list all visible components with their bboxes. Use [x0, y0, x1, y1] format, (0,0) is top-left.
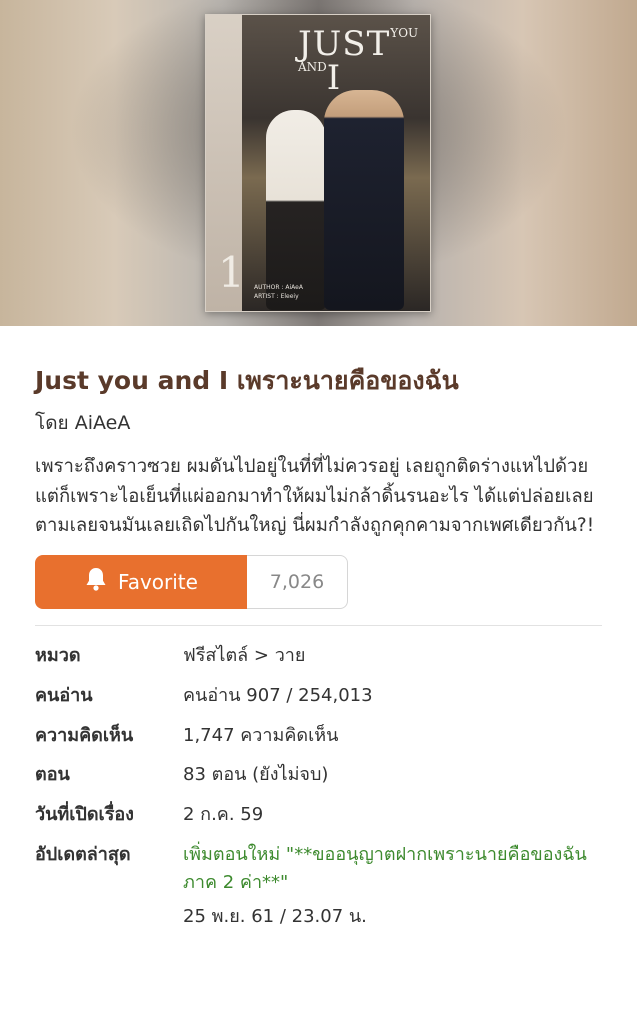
- info-value-opened: 2 ก.ค. 59: [183, 804, 264, 826]
- favorite-row: Favorite 7,026: [35, 554, 602, 609]
- cover-figure-left: [266, 110, 326, 310]
- info-value-comments[interactable]: 1,747 ความคิดเห็น: [183, 722, 338, 750]
- cover-banner: JUSTYOU ANDI 1 AUTHOR : AiAeA ARTIST : E…: [0, 0, 637, 326]
- update-timestamp: 25 พ.ย. 61 / 23.07 น.: [183, 906, 367, 928]
- info-row-comments: ความคิดเห็น 1,747 ความคิดเห็น: [35, 716, 602, 756]
- cover-title: JUSTYOU ANDI: [298, 24, 419, 98]
- cover-credits: AUTHOR : AiAeA ARTIST : Eleeiy: [254, 284, 303, 300]
- info-value-category[interactable]: ฟรีสไตล์ > วาย: [183, 642, 305, 670]
- latest-update-link[interactable]: เพิ่มตอนใหม่ "**ขออนุญาตฝากเพราะนายคือขอ…: [183, 841, 602, 897]
- info-row-opened: วันที่เปิดเรื่อง 2 ก.ค. 59: [35, 795, 602, 835]
- book-cover-image[interactable]: JUSTYOU ANDI 1 AUTHOR : AiAeA ARTIST : E…: [205, 14, 431, 312]
- info-label: อัปเดตล่าสุด: [35, 844, 131, 866]
- info-value-episodes: 83 ตอน (ยังไม่จบ): [183, 764, 329, 786]
- favorite-label: Favorite: [118, 569, 198, 594]
- info-label: วันที่เปิดเรื่อง: [35, 804, 134, 826]
- info-row-episodes: ตอน 83 ตอน (ยังไม่จบ): [35, 755, 602, 795]
- divider: [35, 624, 602, 626]
- info-table: หมวด ฟรีสไตล์ > วาย คนอ่าน คนอ่าน 907 / …: [35, 636, 602, 930]
- info-label: ตอน: [35, 764, 70, 786]
- bell-icon: [84, 566, 108, 597]
- novel-detail: Just you and I เพราะนายคือของฉัน โดย AiA…: [0, 366, 637, 930]
- cover-volume-number: 1: [218, 248, 245, 297]
- info-value-readers: คนอ่าน 907 / 254,013: [183, 684, 373, 706]
- info-row-category: หมวด ฟรีสไตล์ > วาย: [35, 636, 602, 676]
- favorite-button[interactable]: Favorite: [35, 554, 247, 609]
- cover-figure-right: [324, 90, 404, 310]
- novel-synopsis: เพราะถึงคราวซวย ผมดันไปอยู่ในที่ที่ไม่คว…: [35, 456, 595, 537]
- novel-author[interactable]: โดย AiAeA: [35, 408, 602, 438]
- info-label: ความคิดเห็น: [35, 724, 134, 746]
- info-row-readers: คนอ่าน คนอ่าน 907 / 254,013: [35, 676, 602, 716]
- info-label: หมวด: [35, 644, 81, 666]
- info-label: คนอ่าน: [35, 684, 93, 706]
- novel-title: Just you and I เพราะนายคือของฉัน: [35, 366, 459, 395]
- info-row-updated: อัปเดตล่าสุด เพิ่มตอนใหม่ "**ขออนุญาตฝาก…: [35, 835, 602, 903]
- favorite-count: 7,026: [247, 554, 348, 609]
